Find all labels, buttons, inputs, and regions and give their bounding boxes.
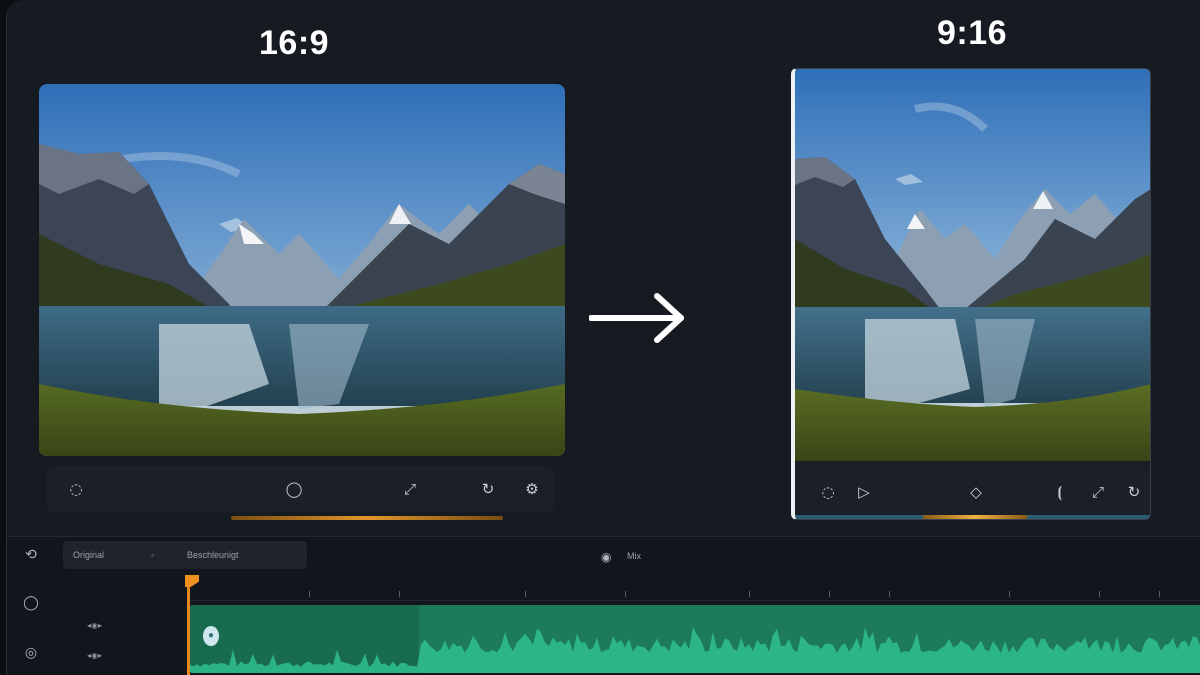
timeline-tab-bar: Original ◦ Beschleunigt	[63, 541, 307, 569]
loop-icon[interactable]: ↻	[1123, 481, 1145, 503]
target-video-preview[interactable]: ◌ ▷ ◇ ⦗ ⤢ ↻	[791, 68, 1151, 520]
eye-icon[interactable]: ◎	[21, 643, 41, 663]
timeline-ruler[interactable]	[189, 573, 1200, 601]
loop-icon[interactable]: ↻	[477, 478, 499, 500]
fullscreen-icon[interactable]: ⤢	[1087, 481, 1109, 503]
ruler-tick	[749, 591, 750, 597]
target-image-frame	[795, 69, 1150, 461]
ruler-tick	[829, 591, 830, 597]
ruler-tick	[889, 591, 890, 597]
ruler-tick	[309, 591, 310, 597]
ruler-tick	[1009, 591, 1010, 597]
lock-icon[interactable]: ◯	[21, 593, 41, 613]
source-ratio-label: 16:9	[259, 24, 330, 62]
undo-icon[interactable]: ⟲	[21, 545, 41, 565]
ruler-tick	[525, 591, 526, 597]
audio-waveform	[189, 605, 1200, 673]
play-icon[interactable]: ◯	[283, 478, 305, 500]
ruler-tick	[399, 591, 400, 597]
source-playback-controls: ◌ ◯ ⤢ ↻ ⚙	[47, 466, 555, 512]
tab-separator-icon: ◦	[151, 550, 155, 560]
audio-track[interactable]	[189, 605, 1200, 673]
target-playback-controls: ◌ ▷ ◇ ⦗ ⤢ ↻	[795, 469, 1150, 515]
editor-window: 16:9 9:16 ◌ ◯ ⤢ ↻ ⚙ ◌ ▷ ◇ ⦗ ⤢ ↻ ⟲ ◯ ◎ Or…	[6, 0, 1200, 675]
split-icon[interactable]: ⦗	[1049, 481, 1071, 503]
track-label-audio-2: ◂◉▸	[87, 651, 103, 660]
target-ratio-label: 9:16	[937, 14, 1008, 52]
mountain-lake-image	[39, 84, 565, 456]
playhead[interactable]	[187, 575, 190, 675]
ruler-tick	[1099, 591, 1100, 597]
ruler-tick	[625, 591, 626, 597]
speaker-icon[interactable]: ◌	[65, 478, 87, 500]
timeline-panel: ⟲ ◯ ◎ Original ◦ Beschleunigt ◉ Mix ◂◉▸ …	[7, 536, 1200, 675]
play-icon[interactable]: ▷	[853, 481, 875, 503]
gear-icon[interactable]: ⚙	[521, 478, 543, 500]
tab-speed[interactable]: Beschleunigt	[187, 550, 239, 560]
source-video-preview[interactable]	[39, 84, 565, 456]
tab-mix[interactable]: Mix	[627, 551, 641, 561]
track-label-audio-1: ◂◉▸	[87, 621, 103, 630]
mountain-lake-image	[795, 69, 1150, 461]
speaker-icon[interactable]: ◌	[817, 481, 839, 503]
source-progress-bar[interactable]	[231, 516, 503, 520]
ruler-tick	[1159, 591, 1160, 597]
mix-icon[interactable]: ◉	[601, 550, 611, 564]
tab-original[interactable]: Original	[73, 550, 104, 560]
record-icon[interactable]: ◇	[965, 481, 987, 503]
right-arrow-icon	[589, 293, 684, 343]
target-progress-fill	[923, 515, 1027, 519]
fullscreen-icon[interactable]: ⤢	[399, 478, 421, 500]
audio-clip-icon[interactable]: ●	[203, 626, 219, 646]
